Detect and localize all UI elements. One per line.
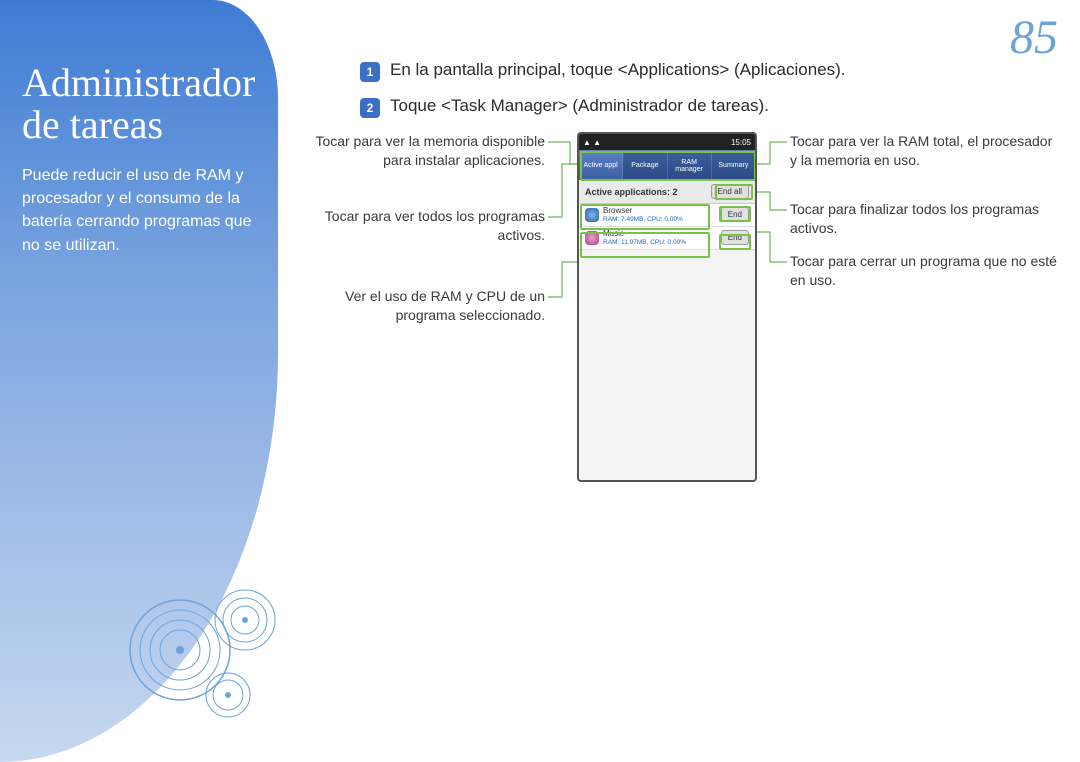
phone-screenshot: ▲ ▲ 15:05 Active appl Package RAM manage… bbox=[577, 132, 757, 482]
highlight-tabs bbox=[580, 151, 756, 181]
status-left-icons: ▲ ▲ bbox=[583, 138, 601, 147]
callout-left-3: Ver el uso de RAM y CPU de un programa s… bbox=[300, 287, 545, 325]
highlight-end-browser bbox=[719, 206, 751, 222]
callout-left-1: Tocar para ver la memoria disponible par… bbox=[300, 132, 545, 170]
step-badge-2: 2 bbox=[360, 98, 380, 118]
callout-right-3: Tocar para cerrar un programa que no est… bbox=[790, 252, 1060, 290]
step-2: 2 Toque <Task Manager> (Administrador de… bbox=[300, 96, 1060, 118]
step-badge-1: 1 bbox=[360, 62, 380, 82]
page-number: 85 bbox=[1010, 10, 1058, 65]
step-text-2: Toque <Task Manager> (Administrador de t… bbox=[390, 96, 769, 116]
sidebar-description: Puede reducir el uso de RAM y procesador… bbox=[0, 146, 278, 257]
status-bar: ▲ ▲ 15:05 bbox=[579, 134, 755, 150]
highlight-end-music bbox=[719, 234, 751, 250]
sidebar-title: Administrador de tareas bbox=[0, 0, 278, 146]
status-time: 15:05 bbox=[731, 138, 751, 147]
active-apps-label: Active applications: 2 bbox=[585, 187, 678, 197]
callout-right-1: Tocar para ver la RAM total, el procesad… bbox=[790, 132, 1060, 170]
diagram-area: Tocar para ver la memoria disponible par… bbox=[300, 132, 1060, 532]
callout-left-2: Tocar para ver todos los programas activ… bbox=[300, 207, 545, 245]
title-line2: de tareas bbox=[22, 102, 163, 147]
decorative-circles bbox=[120, 560, 300, 740]
highlight-app-browser bbox=[580, 204, 710, 230]
callout-right-2: Tocar para finalizar todos los programas… bbox=[790, 200, 1060, 238]
main-content: 1 En la pantalla principal, toque <Appli… bbox=[300, 60, 1060, 532]
title-line1: Administrador bbox=[22, 60, 255, 105]
highlight-endall bbox=[715, 184, 753, 200]
highlight-app-music bbox=[580, 232, 710, 258]
step-1: 1 En la pantalla principal, toque <Appli… bbox=[300, 60, 1060, 82]
step-text-1: En la pantalla principal, toque <Applica… bbox=[390, 60, 846, 80]
